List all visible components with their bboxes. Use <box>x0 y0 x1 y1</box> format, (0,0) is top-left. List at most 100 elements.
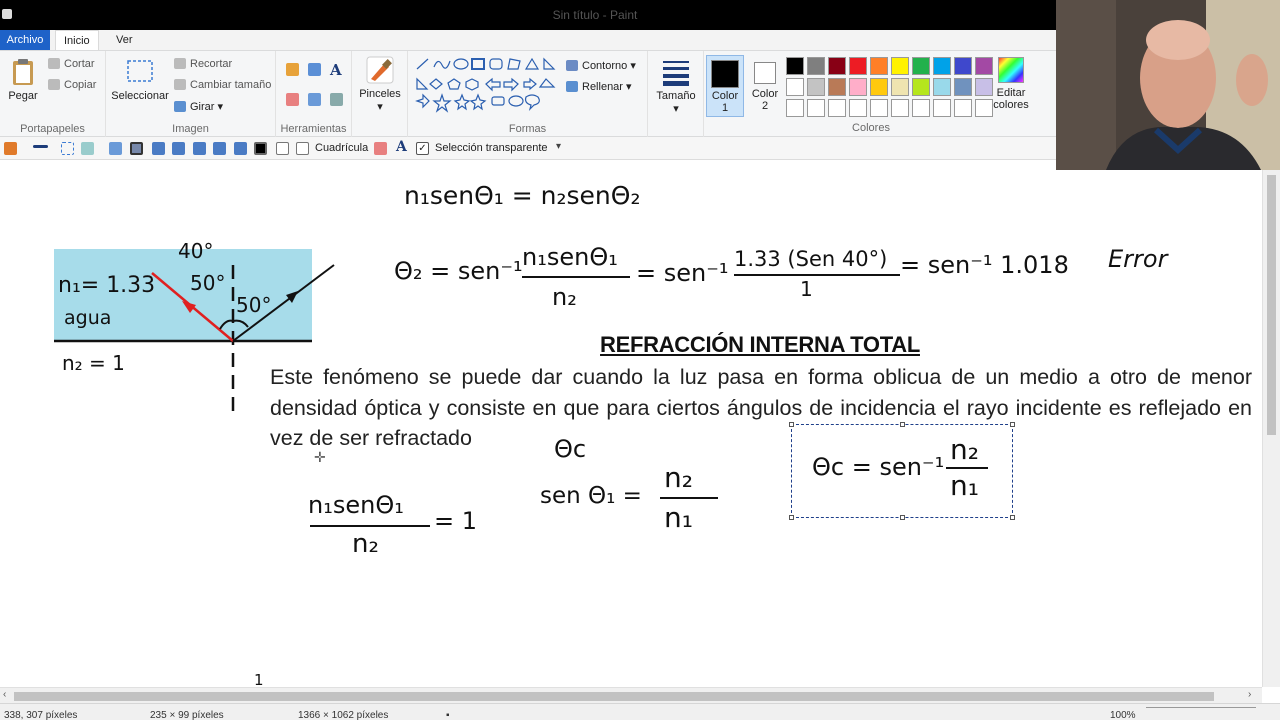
selection-handle[interactable] <box>900 422 905 427</box>
horizontal-scrollbar[interactable]: ‹ › <box>0 687 1262 703</box>
brush-quick-icon[interactable] <box>4 142 17 155</box>
fill-quick-icon[interactable] <box>109 142 122 155</box>
brushes-button[interactable]: Pinceles ▾ <box>356 55 404 113</box>
scroll-right-icon[interactable]: › <box>1248 689 1251 700</box>
palette-swatch[interactable] <box>954 57 972 75</box>
palette-swatch[interactable] <box>891 78 909 96</box>
shapes-quick-icon[interactable] <box>81 142 94 155</box>
drawing-canvas[interactable]: n₁= 1.33 agua n₂ = 1 40° 50° 50° n₁senΘ₁… <box>0 161 1262 689</box>
eraser-quick-icon[interactable] <box>374 142 387 155</box>
theta2-denominator2: 1 <box>800 277 813 301</box>
palette-swatch[interactable] <box>891 99 909 117</box>
group-clipboard: Pegar Cortar Copiar Portapapeles <box>0 51 106 137</box>
palette-swatch[interactable] <box>975 99 993 117</box>
theta2-fraction-bar <box>522 276 630 278</box>
palette-swatch[interactable] <box>786 99 804 117</box>
flip-vertical-quick-icon[interactable] <box>193 142 206 155</box>
zoom-out-icon[interactable] <box>234 142 247 155</box>
magnifier-icon[interactable] <box>330 93 343 106</box>
palette-swatch[interactable] <box>891 57 909 75</box>
size-button[interactable]: Tamaño ▾ <box>652 57 700 115</box>
tab-view[interactable]: Ver <box>108 30 141 50</box>
select-button[interactable]: Seleccionar <box>110 57 170 102</box>
color-picker-icon[interactable] <box>308 93 321 106</box>
tab-file[interactable]: Archivo <box>0 30 50 50</box>
ratio-denominator: n₂ <box>352 529 379 559</box>
transparent-checkbox[interactable]: ✓ <box>416 142 429 155</box>
vertical-scroll-thumb[interactable] <box>1267 175 1276 435</box>
palette-swatch[interactable] <box>849 78 867 96</box>
palette-swatch[interactable] <box>870 99 888 117</box>
fill-bucket-icon[interactable] <box>308 63 321 76</box>
palette-swatch[interactable] <box>786 78 804 96</box>
zoom-in-icon[interactable] <box>213 142 226 155</box>
edit-colors-button[interactable]: Editar colores <box>992 55 1030 111</box>
selection-handle[interactable] <box>1010 515 1015 520</box>
box-numerator: n₂ <box>950 433 979 466</box>
palette-swatch[interactable] <box>870 57 888 75</box>
palette-swatch[interactable] <box>870 78 888 96</box>
snell-equation: n₁senΘ₁ = n₂senΘ₂ <box>404 181 641 210</box>
palette-swatch[interactable] <box>933 57 951 75</box>
resize-button[interactable]: Cambiar tamaño <box>174 79 271 91</box>
text-tool-icon[interactable]: A <box>330 61 342 79</box>
palette-swatch[interactable] <box>828 78 846 96</box>
palette-swatch[interactable] <box>912 57 930 75</box>
palette-swatch[interactable] <box>849 99 867 117</box>
horizontal-scroll-thumb[interactable] <box>14 692 1214 701</box>
vertical-scrollbar[interactable] <box>1262 161 1280 687</box>
flip-quick-icon[interactable] <box>172 142 185 155</box>
palette-swatch[interactable] <box>933 99 951 117</box>
zoom-slider[interactable] <box>1146 707 1256 715</box>
palette-swatch[interactable] <box>975 78 993 96</box>
scroll-left-icon[interactable]: ‹ <box>3 689 6 700</box>
palette-swatch[interactable] <box>912 99 930 117</box>
paste-button[interactable]: Pegar <box>4 57 42 102</box>
palette-swatch[interactable] <box>975 57 993 75</box>
select-quick-icon[interactable] <box>61 142 74 155</box>
palette-swatch[interactable] <box>849 57 867 75</box>
eraser-icon[interactable] <box>286 93 299 106</box>
copy-button[interactable]: Copiar <box>48 79 96 91</box>
color2-button[interactable]: Color 2 <box>746 55 784 117</box>
rotate-icon <box>174 101 186 112</box>
selection-handle[interactable] <box>789 515 794 520</box>
clipboard-icon <box>13 59 33 85</box>
grid-checkbox[interactable] <box>296 142 309 155</box>
image-group-label: Imagen <box>172 123 209 135</box>
selection-handle[interactable] <box>1010 422 1015 427</box>
palette-swatch[interactable] <box>954 78 972 96</box>
fill-icon <box>566 81 578 92</box>
color2-num: 2 <box>761 100 769 112</box>
clipboard-group-label: Portapapeles <box>20 123 85 135</box>
pencil-icon[interactable] <box>286 63 299 76</box>
palette-swatch[interactable] <box>786 57 804 75</box>
palette-swatch[interactable] <box>828 99 846 117</box>
shapes-gallery[interactable] <box>414 57 564 115</box>
size-quick-icon[interactable] <box>33 145 48 148</box>
palette-swatch[interactable] <box>933 78 951 96</box>
color1-button[interactable]: Color 1 <box>706 55 744 117</box>
outline-button[interactable]: Contorno ▾ <box>566 59 636 72</box>
color1-quick-icon[interactable] <box>254 142 267 155</box>
selection-handle[interactable] <box>789 422 794 427</box>
palette-swatch[interactable] <box>807 99 825 117</box>
crop-button[interactable]: Recortar <box>174 58 232 70</box>
palette-swatch[interactable] <box>954 99 972 117</box>
text-quick-icon[interactable]: A <box>396 139 407 155</box>
rotate-button[interactable]: Girar ▾ <box>174 100 223 113</box>
tab-home[interactable]: Inicio <box>55 30 99 50</box>
box-denominator: n₁ <box>950 469 979 502</box>
cut-button[interactable]: Cortar <box>48 58 95 70</box>
palette-swatch[interactable] <box>828 57 846 75</box>
selection-handle[interactable] <box>900 515 905 520</box>
color2-quick-icon[interactable] <box>276 142 289 155</box>
color-quick-icon[interactable] <box>130 142 143 155</box>
palette-swatch[interactable] <box>807 57 825 75</box>
customize-qat-icon[interactable]: ▾ <box>556 141 561 152</box>
palette-swatch[interactable] <box>807 78 825 96</box>
fill-button[interactable]: Rellenar ▾ <box>566 80 632 93</box>
rainbow-icon <box>998 57 1024 83</box>
palette-swatch[interactable] <box>912 78 930 96</box>
rotate-quick-icon[interactable] <box>152 142 165 155</box>
